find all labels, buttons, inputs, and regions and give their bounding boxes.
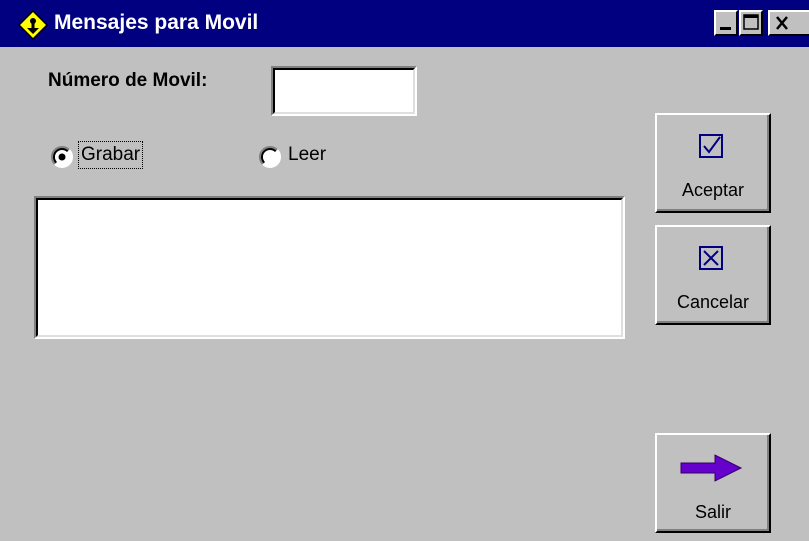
movil-number-label: Número de Movil: (48, 70, 208, 91)
radio-leer-label: Leer (288, 144, 327, 165)
movil-number-input[interactable] (271, 66, 417, 116)
cancelar-button[interactable]: Cancelar (655, 225, 771, 325)
radio-grabar[interactable]: Grabar (50, 141, 160, 169)
salir-button[interactable]: Salir (655, 433, 771, 533)
window-title: Mensajes para Movil (54, 11, 259, 34)
aceptar-button[interactable]: Aceptar (655, 113, 771, 213)
checkbox-checked-icon (699, 134, 723, 158)
close-icon (776, 16, 788, 30)
maximize-icon (743, 14, 759, 30)
title-bar[interactable]: Mensajes para Movil (0, 0, 809, 47)
aceptar-label: Aceptar (681, 180, 745, 200)
maximize-button[interactable] (739, 10, 763, 36)
minimize-icon (720, 27, 731, 30)
app-diamond-icon[interactable] (17, 9, 49, 41)
cancelar-label: Cancelar (676, 292, 750, 312)
checkbox-x-icon (699, 246, 723, 270)
close-button[interactable] (768, 10, 809, 36)
salir-label: Salir (694, 502, 731, 522)
radio-leer[interactable]: Leer (258, 143, 348, 169)
arrow-right-icon (680, 454, 743, 482)
radio-unselected-icon (258, 145, 282, 169)
radio-selected-icon (50, 145, 74, 169)
message-textarea[interactable] (34, 196, 625, 339)
radio-grabar-label: Grabar (77, 141, 144, 169)
minimize-button[interactable] (714, 10, 738, 36)
